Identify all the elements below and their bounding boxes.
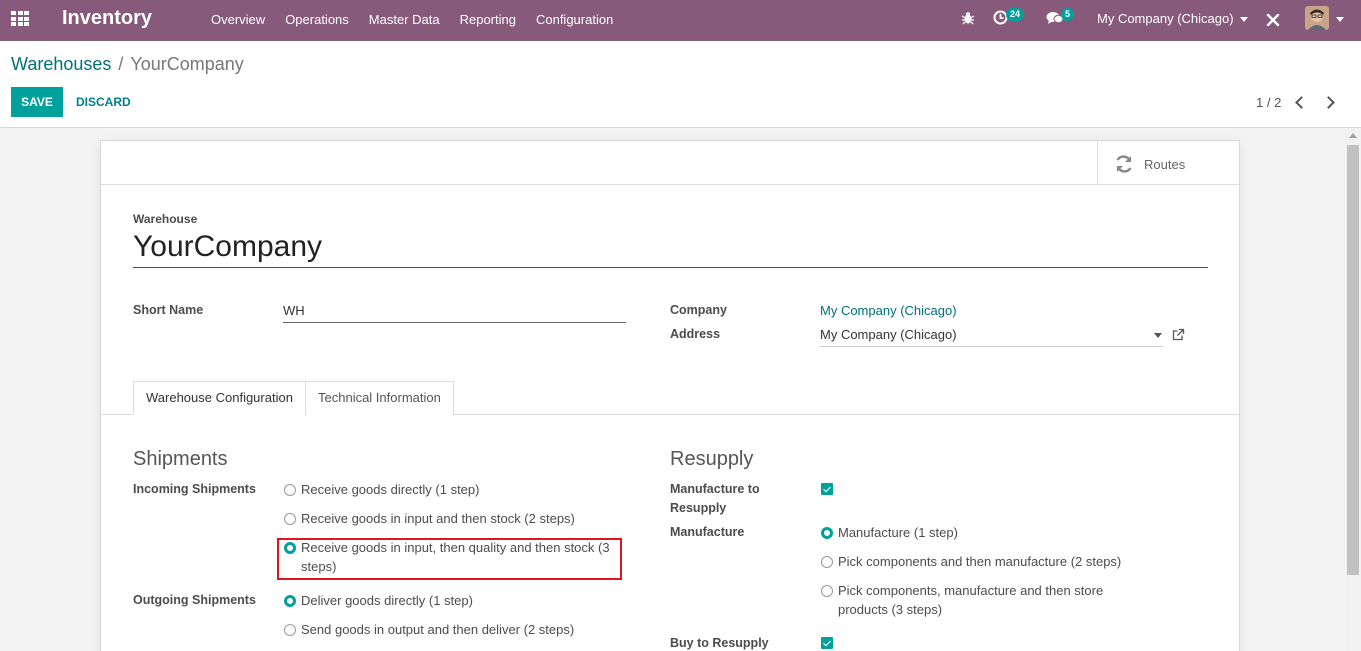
outgoing-shipments-label: Outgoing Shipments bbox=[133, 593, 256, 607]
manufacture-label: Manufacture bbox=[670, 525, 745, 539]
top-navbar: Inventory Overview Operations Master Dat… bbox=[0, 0, 1361, 41]
company-label: Company bbox=[670, 303, 727, 317]
manufacture-3-steps-radio[interactable] bbox=[821, 585, 833, 597]
manufacture-2-steps-label[interactable]: Pick components and then manufacture (2 … bbox=[838, 552, 1121, 571]
refresh-icon bbox=[1116, 155, 1132, 173]
routes-button-label: Routes bbox=[1144, 157, 1186, 172]
manufacture-1-step-label[interactable]: Manufacture (1 step) bbox=[838, 523, 958, 542]
pager-previous-button[interactable] bbox=[1295, 95, 1308, 109]
app-name[interactable]: Inventory bbox=[62, 7, 152, 30]
outgoing-2-steps-radio[interactable] bbox=[284, 624, 296, 636]
discard-button[interactable]: DISCARD bbox=[76, 95, 131, 109]
tab-warehouse-configuration[interactable]: Warehouse Configuration bbox=[133, 381, 306, 415]
incoming-shipments-label: Incoming Shipments bbox=[133, 482, 256, 496]
form-tabs: Warehouse Configuration Technical Inform… bbox=[101, 381, 1239, 415]
outgoing-1-step-label[interactable]: Deliver goods directly (1 step) bbox=[301, 591, 473, 610]
short-name-input[interactable]: WH bbox=[283, 303, 626, 323]
menu-reporting[interactable]: Reporting bbox=[450, 12, 526, 27]
warehouse-label: Warehouse bbox=[133, 212, 198, 226]
breadcrumb-current: YourCompany bbox=[130, 54, 244, 74]
incoming-2-steps-radio[interactable] bbox=[284, 513, 296, 525]
address-label: Address bbox=[670, 327, 721, 341]
address-select[interactable]: My Company (Chicago) bbox=[820, 327, 1163, 347]
breadcrumb: Warehouses / YourCompany bbox=[11, 54, 244, 75]
manufacture-1-step-radio[interactable] bbox=[821, 527, 833, 539]
form-sheet: Routes Warehouse YourCompany Short Name … bbox=[100, 140, 1240, 651]
tools-icon[interactable] bbox=[1266, 13, 1280, 30]
manufacture-2-steps-radio[interactable] bbox=[821, 556, 833, 568]
buy-to-resupply-checkbox[interactable] bbox=[821, 637, 833, 649]
chevron-right-icon bbox=[1322, 96, 1335, 109]
user-avatar[interactable] bbox=[1305, 6, 1329, 30]
company-switcher[interactable]: My Company (Chicago) bbox=[1097, 11, 1248, 26]
short-name-label: Short Name bbox=[133, 303, 204, 317]
user-menu-caret-icon[interactable] bbox=[1336, 17, 1344, 22]
warehouse-name-input[interactable]: YourCompany bbox=[133, 230, 1208, 268]
chevron-left-icon bbox=[1295, 96, 1308, 109]
breadcrumb-separator: / bbox=[118, 54, 124, 74]
main-menu: Overview Operations Master Data Reportin… bbox=[201, 12, 623, 27]
company-link[interactable]: My Company (Chicago) bbox=[820, 303, 957, 318]
resupply-title: Resupply bbox=[670, 448, 754, 470]
manufacture-to-resupply-checkbox[interactable] bbox=[821, 483, 833, 495]
bug-icon[interactable] bbox=[961, 11, 975, 28]
routes-button[interactable]: Routes bbox=[1097, 141, 1239, 185]
save-button[interactable]: SAVE bbox=[11, 87, 63, 117]
control-panel: Warehouses / YourCompany SAVE DISCARD 1 / … bbox=[0, 41, 1361, 128]
activity-count-badge: 24 bbox=[1006, 8, 1025, 21]
message-count-badge: 5 bbox=[1061, 8, 1075, 21]
external-link-icon[interactable] bbox=[1172, 328, 1185, 344]
incoming-1-step-radio[interactable] bbox=[284, 484, 296, 496]
manufacture-to-resupply-label: Manufacture to Resupply bbox=[670, 482, 760, 515]
address-value: My Company (Chicago) bbox=[820, 327, 957, 342]
vertical-scrollbar[interactable] bbox=[1345, 128, 1361, 651]
menu-configuration[interactable]: Configuration bbox=[526, 12, 623, 27]
scrollbar-thumb[interactable] bbox=[1347, 145, 1359, 575]
menu-master-data[interactable]: Master Data bbox=[359, 12, 450, 27]
button-box: Routes bbox=[101, 141, 1239, 185]
menu-overview[interactable]: Overview bbox=[201, 12, 275, 27]
outgoing-2-steps-label[interactable]: Send goods in output and then deliver (2… bbox=[301, 620, 574, 639]
manufacture-3-steps-label[interactable]: Pick components, manufacture and then st… bbox=[838, 581, 1138, 619]
chevron-down-icon bbox=[1239, 17, 1248, 23]
scroll-up-arrow-icon[interactable] bbox=[1349, 133, 1357, 138]
tab-technical-information[interactable]: Technical Information bbox=[305, 381, 454, 415]
apps-menu-icon[interactable] bbox=[11, 11, 29, 27]
incoming-1-step-label[interactable]: Receive goods directly (1 step) bbox=[301, 480, 479, 499]
pager-value[interactable]: 1 / 2 bbox=[1256, 95, 1281, 110]
outgoing-1-step-radio[interactable] bbox=[284, 595, 296, 607]
company-switcher-label: My Company (Chicago) bbox=[1097, 11, 1234, 26]
breadcrumb-warehouses[interactable]: Warehouses bbox=[11, 54, 111, 74]
buy-to-resupply-label: Buy to Resupply bbox=[670, 636, 769, 650]
shipments-title: Shipments bbox=[133, 448, 228, 470]
menu-operations[interactable]: Operations bbox=[275, 12, 359, 27]
address-dropdown-caret-icon[interactable] bbox=[1154, 333, 1162, 338]
highlight-box bbox=[277, 538, 622, 580]
incoming-2-steps-label[interactable]: Receive goods in input and then stock (2… bbox=[301, 509, 575, 528]
pager-next-button[interactable] bbox=[1322, 95, 1335, 109]
